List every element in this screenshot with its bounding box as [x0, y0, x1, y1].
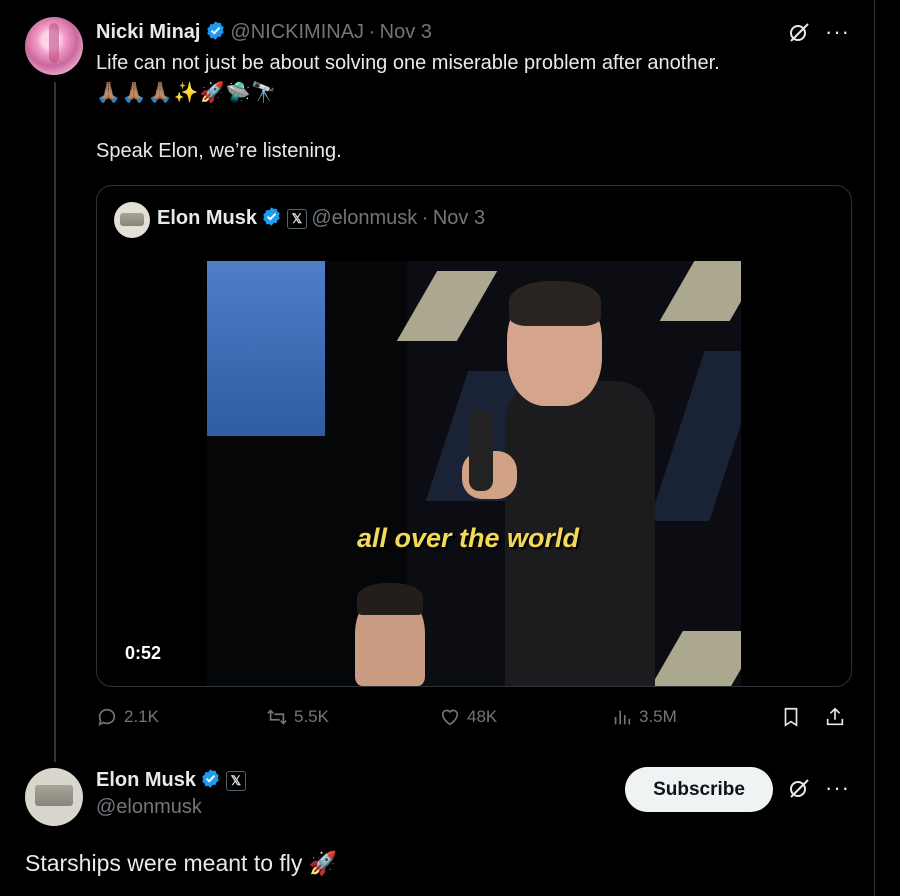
quoted-tweet-card[interactable]: Elon Musk 𝕏 @elonmusk · Nov 3 all over t…	[96, 185, 852, 687]
reply-count: 2.1K	[124, 707, 159, 726]
verified-badge-icon	[207, 21, 224, 40]
views-button[interactable]: 3.5M	[611, 706, 677, 728]
microphone	[469, 411, 493, 491]
more-options-icon[interactable]: ···	[825, 777, 850, 799]
x-affiliate-badge-icon: 𝕏	[225, 771, 246, 791]
audience-member-hair	[357, 583, 423, 615]
author-handle[interactable]: @NICKIMINAJ	[230, 21, 364, 43]
reply-top-actions: ···	[787, 776, 850, 800]
views-bar-chart-icon	[614, 710, 631, 725]
repost-count: 5.5K	[294, 707, 329, 726]
quoted-author-name[interactable]: Elon Musk	[157, 207, 257, 229]
share-button[interactable]	[824, 706, 846, 728]
like-count: 48K	[467, 707, 498, 726]
tweet-date[interactable]: Nov 3	[380, 21, 432, 43]
avatar-elon-musk-quoted[interactable]	[114, 202, 150, 238]
tweet-emoji-line: 🙏🏽🙏🏽🙏🏽✨🚀🛸🔭	[96, 82, 278, 104]
reply-header: Elon Musk 𝕏 @elonmusk	[96, 768, 246, 819]
author-name[interactable]: Nicki Minaj	[96, 21, 200, 43]
x-affiliate-badge-icon: 𝕏	[286, 209, 307, 229]
tweet-action-bar: 2.1K 5.5K 48K 3.5M	[96, 706, 850, 732]
bookmark-button[interactable]	[780, 706, 802, 728]
reply-author-handle[interactable]: @elonmusk	[96, 796, 246, 819]
like-button[interactable]: 48K	[439, 706, 497, 728]
quoted-author-handle[interactable]: @elonmusk	[311, 207, 417, 229]
video-caption: all over the world	[357, 523, 580, 553]
date-separator: ·	[421, 207, 429, 229]
reply-author-name[interactable]: Elon Musk	[96, 769, 196, 791]
bookmark-icon	[784, 707, 798, 727]
tweet-header: Nicki Minaj @NICKIMINAJ · Nov 3	[96, 20, 432, 44]
verified-badge-icon	[202, 769, 220, 788]
video-duration: 0:52	[125, 643, 162, 663]
tweet-text-line-2: Speak Elon, we’re listening.	[96, 140, 342, 162]
tweet-top-actions: ···	[787, 20, 850, 44]
views-count: 3.5M	[639, 707, 677, 726]
reply-button[interactable]: 2.1K	[96, 706, 159, 728]
avatar-nicki-minaj[interactable]	[25, 17, 83, 75]
repost-button[interactable]: 5.5K	[266, 706, 329, 728]
reply-icon	[98, 708, 116, 726]
column-border	[874, 0, 875, 896]
speaker-hair	[509, 281, 601, 326]
tweet-text-line-1: Life can not just be about solving one m…	[96, 52, 720, 74]
grok-icon[interactable]	[787, 776, 811, 800]
video-backdrop-screen	[207, 261, 325, 436]
more-options-icon[interactable]: ···	[825, 21, 850, 43]
heart-icon	[441, 709, 459, 726]
avatar-elon-musk[interactable]	[25, 768, 83, 826]
quoted-tweet-date[interactable]: Nov 3	[433, 207, 485, 229]
thread-connector-line	[54, 82, 56, 762]
share-icon	[826, 707, 844, 726]
grok-icon[interactable]	[787, 20, 811, 44]
date-separator: ·	[368, 21, 376, 43]
quoted-tweet-header: Elon Musk 𝕏 @elonmusk · Nov 3	[157, 206, 485, 230]
repost-icon	[267, 709, 287, 725]
reply-text: Starships were meant to fly 🚀	[25, 850, 338, 876]
video-player[interactable]: all over the world	[207, 261, 741, 686]
verified-badge-icon	[263, 207, 281, 226]
subscribe-button[interactable]: Subscribe	[625, 767, 773, 812]
